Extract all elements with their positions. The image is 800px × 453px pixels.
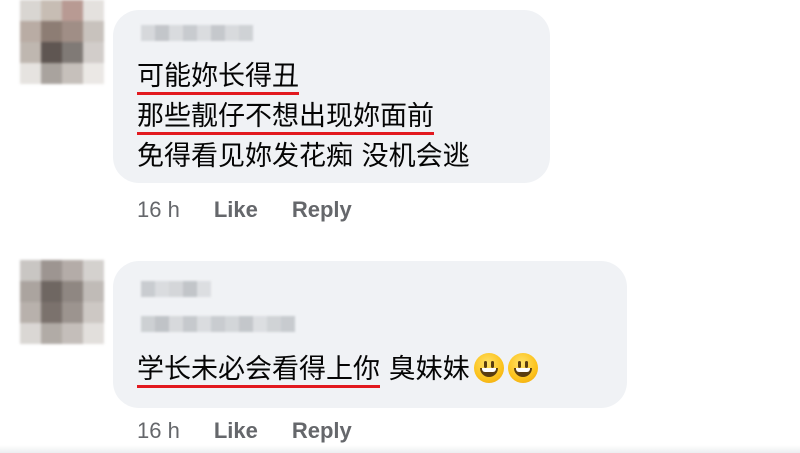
bottom-divider [0, 445, 800, 453]
comment-text-line-2: 那些靓仔不想出现妳面前 [137, 100, 434, 134]
like-button[interactable]: Like [214, 197, 258, 223]
commenter-avatar[interactable] [20, 260, 104, 344]
underlined-text: 学长未必会看得上你 [137, 354, 380, 385]
comment-bubble: 可能妳长得丑 那些靓仔不想出现妳面前 免得看见妳发花痴 没机会逃 [113, 10, 550, 183]
author-subtitle-blurred [141, 316, 295, 332]
comment-text-line-1: 可能妳长得丑 [137, 60, 299, 94]
underlined-text: 可能妳长得丑 [137, 61, 299, 92]
commenter-avatar[interactable] [20, 0, 104, 84]
comment-timestamp[interactable]: 16 h [137, 418, 180, 444]
underlined-text: 那些靓仔不想出现妳面前 [137, 101, 434, 132]
comment-timestamp[interactable]: 16 h [137, 197, 180, 223]
reply-button[interactable]: Reply [292, 418, 352, 444]
comment-actions: 16 h Like Reply [137, 197, 386, 223]
grinning-face-emoji-icon [507, 353, 538, 383]
comment-actions: 16 h Like Reply [137, 418, 386, 444]
comment-bubble: 学长未必会看得上你 臭妹妹 [113, 261, 627, 408]
comment-text: 免得看见妳发花痴 没机会逃 [137, 141, 470, 172]
reply-button[interactable]: Reply [292, 197, 352, 223]
author-name-blurred[interactable] [141, 281, 211, 297]
author-name-blurred[interactable] [141, 25, 253, 41]
comment-text-line-1: 学长未必会看得上你 臭妹妹 [137, 353, 538, 387]
comment-text-line-3: 免得看见妳发花痴 没机会逃 [137, 140, 470, 174]
grinning-face-emoji-icon [473, 353, 504, 383]
like-button[interactable]: Like [214, 418, 258, 444]
comment-text: 臭妹妹 [380, 354, 470, 385]
